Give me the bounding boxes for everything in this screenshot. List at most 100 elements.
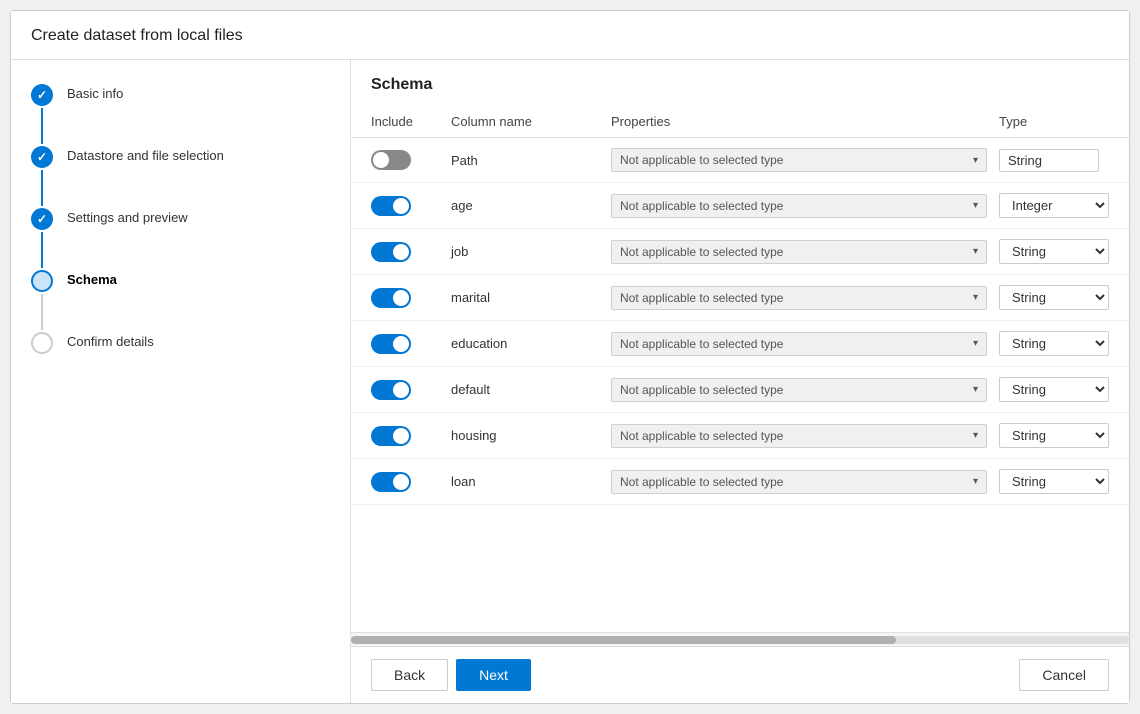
toggle-default[interactable] <box>371 380 411 400</box>
col-include: Include <box>371 114 451 129</box>
col-properties: Properties <box>611 114 999 129</box>
main-content: Schema Include Column name Properties Ty… <box>351 60 1129 703</box>
checkmark-3: ✓ <box>37 212 47 226</box>
table-row: age Not applicable to selected type ▾ In… <box>351 183 1129 229</box>
step-circle-1: ✓ <box>31 84 53 106</box>
col-name-path: Path <box>451 153 611 168</box>
chevron-down-icon-default: ▾ <box>973 384 978 395</box>
toggle-wrap-housing <box>371 426 451 446</box>
toggle-path[interactable] <box>371 150 411 170</box>
step-label-schema: Schema <box>67 270 117 287</box>
schema-title: Schema <box>351 76 1129 106</box>
toggle-knob-marital <box>393 290 409 306</box>
chevron-down-icon-marital: ▾ <box>973 292 978 303</box>
cancel-button[interactable]: Cancel <box>1019 659 1109 691</box>
footer-left-actions: Back Next <box>371 659 531 691</box>
scrollbar-track <box>351 636 1129 644</box>
next-button[interactable]: Next <box>456 659 531 691</box>
col-name: Column name <box>451 114 611 129</box>
sidebar: ✓ Basic info ✓ Datastore and file select… <box>11 60 351 703</box>
toggle-education[interactable] <box>371 334 411 354</box>
table-row: marital Not applicable to selected type … <box>351 275 1129 321</box>
schema-header: Include Column name Properties Type <box>351 106 1129 138</box>
step-label-datastore: Datastore and file selection <box>67 146 224 163</box>
properties-text-default: Not applicable to selected type <box>620 383 783 397</box>
type-cell-loan: String Integer Float Boolean <box>999 469 1129 494</box>
toggle-knob-job <box>393 244 409 260</box>
table-row: Path Not applicable to selected type ▾ <box>351 138 1129 183</box>
col-name-default: default <box>451 382 611 397</box>
toggle-housing[interactable] <box>371 426 411 446</box>
step-indicator-1: ✓ <box>31 84 53 146</box>
table-row: housing Not applicable to selected type … <box>351 413 1129 459</box>
dialog-title: Create dataset from local files <box>11 11 1129 60</box>
step-circle-4 <box>31 270 53 292</box>
col-type: Type <box>999 114 1129 129</box>
toggle-age[interactable] <box>371 196 411 216</box>
toggle-knob-default <box>393 382 409 398</box>
toggle-knob-path <box>373 152 389 168</box>
toggle-wrap-default <box>371 380 451 400</box>
step-circle-5 <box>31 332 53 354</box>
toggle-wrap-age <box>371 196 451 216</box>
properties-dropdown-age[interactable]: Not applicable to selected type ▾ <box>611 194 987 218</box>
type-select-job[interactable]: String Integer Float Boolean <box>999 239 1109 264</box>
toggle-knob-education <box>393 336 409 352</box>
chevron-down-icon-age: ▾ <box>973 200 978 211</box>
toggle-marital[interactable] <box>371 288 411 308</box>
toggle-knob-housing <box>393 428 409 444</box>
table-row: education Not applicable to selected typ… <box>351 321 1129 367</box>
step-label-confirm: Confirm details <box>67 332 154 349</box>
toggle-knob-age <box>393 198 409 214</box>
properties-text-loan: Not applicable to selected type <box>620 475 783 489</box>
step-label-basic-info: Basic info <box>67 84 123 101</box>
type-input-path[interactable] <box>999 149 1099 172</box>
properties-dropdown-housing[interactable]: Not applicable to selected type ▾ <box>611 424 987 448</box>
dialog-body: ✓ Basic info ✓ Datastore and file select… <box>11 60 1129 703</box>
toggle-job[interactable] <box>371 242 411 262</box>
table-row: default Not applicable to selected type … <box>351 367 1129 413</box>
horizontal-scrollbar[interactable] <box>351 632 1129 646</box>
properties-dropdown-default[interactable]: Not applicable to selected type ▾ <box>611 378 987 402</box>
back-button[interactable]: Back <box>371 659 448 691</box>
chevron-down-icon-housing: ▾ <box>973 430 978 441</box>
checkmark-1: ✓ <box>37 88 47 102</box>
toggle-wrap-path <box>371 150 451 170</box>
step-basic-info: ✓ Basic info <box>31 84 330 146</box>
type-cell-marital: String Integer Float Boolean <box>999 285 1129 310</box>
chevron-down-icon-job: ▾ <box>973 246 978 257</box>
schema-rows[interactable]: Path Not applicable to selected type ▾ <box>351 138 1129 632</box>
step-indicator-3: ✓ <box>31 208 53 270</box>
properties-dropdown-marital[interactable]: Not applicable to selected type ▾ <box>611 286 987 310</box>
toggle-loan[interactable] <box>371 472 411 492</box>
properties-text-job: Not applicable to selected type <box>620 245 783 259</box>
type-select-marital[interactable]: String Integer Float Boolean <box>999 285 1109 310</box>
properties-dropdown-path[interactable]: Not applicable to selected type ▾ <box>611 148 987 172</box>
type-select-loan[interactable]: String Integer Float Boolean <box>999 469 1109 494</box>
step-circle-3: ✓ <box>31 208 53 230</box>
footer-right-actions: Cancel <box>1019 659 1109 691</box>
type-cell-job: String Integer Float Boolean <box>999 239 1129 264</box>
schema-area: Schema Include Column name Properties Ty… <box>351 60 1129 646</box>
properties-text-education: Not applicable to selected type <box>620 337 783 351</box>
step-line-1 <box>41 108 43 144</box>
col-name-job: job <box>451 244 611 259</box>
table-row: job Not applicable to selected type ▾ St… <box>351 229 1129 275</box>
col-name-education: education <box>451 336 611 351</box>
chevron-down-icon-loan: ▾ <box>973 476 978 487</box>
type-select-default[interactable]: String Integer Float Boolean <box>999 377 1109 402</box>
step-indicator-5 <box>31 332 53 354</box>
col-name-loan: loan <box>451 474 611 489</box>
checkmark-2: ✓ <box>37 150 47 164</box>
properties-dropdown-job[interactable]: Not applicable to selected type ▾ <box>611 240 987 264</box>
type-select-education[interactable]: String Integer Float Boolean <box>999 331 1109 356</box>
type-select-housing[interactable]: String Integer Float Boolean <box>999 423 1109 448</box>
properties-dropdown-education[interactable]: Not applicable to selected type ▾ <box>611 332 987 356</box>
type-cell-education: String Integer Float Boolean <box>999 331 1129 356</box>
table-row: loan Not applicable to selected type ▾ S… <box>351 459 1129 505</box>
properties-dropdown-loan[interactable]: Not applicable to selected type ▾ <box>611 470 987 494</box>
col-name-housing: housing <box>451 428 611 443</box>
type-select-age[interactable]: Integer String Float Boolean <box>999 193 1109 218</box>
properties-text-age: Not applicable to selected type <box>620 199 783 213</box>
step-schema: Schema <box>31 270 330 332</box>
